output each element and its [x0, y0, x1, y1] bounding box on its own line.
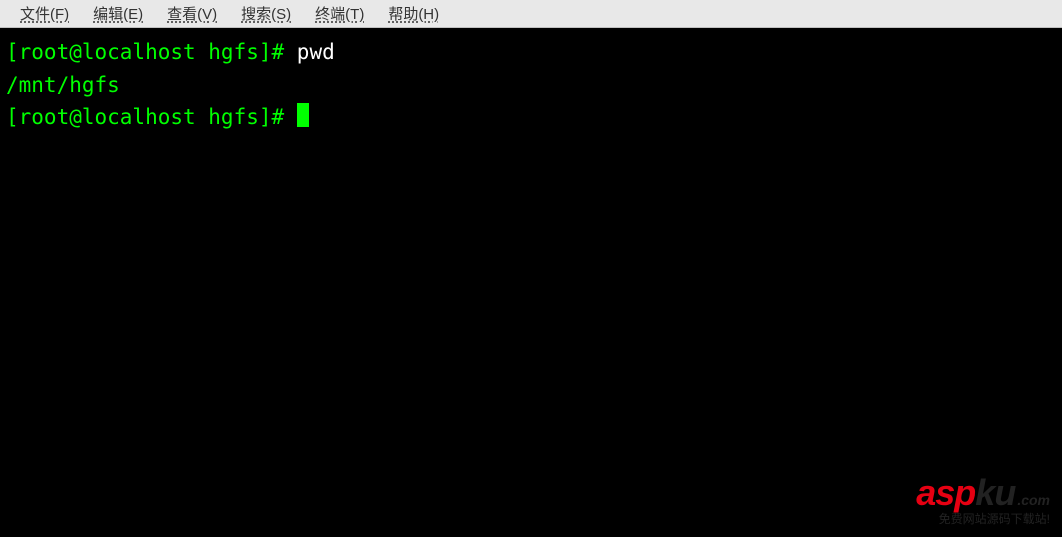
menu-terminal[interactable]: 终端(T): [303, 1, 376, 26]
menu-view[interactable]: 查看(V): [155, 1, 229, 26]
menubar: 文件(F) 编辑(E) 查看(V) 搜索(S) 终端(T) 帮助(H): [0, 0, 1062, 28]
menu-help[interactable]: 帮助(H): [376, 1, 451, 26]
watermark-com: .com: [1017, 492, 1050, 508]
menu-search[interactable]: 搜索(S): [229, 1, 303, 26]
command-text: pwd: [297, 40, 335, 64]
watermark-ku: ku: [975, 472, 1015, 513]
output-line: /mnt/hgfs: [6, 73, 120, 97]
cursor: [297, 103, 309, 127]
watermark-subtitle: 免费网站源码下载站!: [916, 513, 1050, 525]
watermark: aspku.com 免费网站源码下载站!: [916, 475, 1050, 525]
prompt: [root@localhost hgfs]#: [6, 40, 297, 64]
terminal-area[interactable]: [root@localhost hgfs]# pwd /mnt/hgfs [ro…: [0, 28, 1062, 537]
menu-edit[interactable]: 编辑(E): [81, 1, 155, 26]
prompt: [root@localhost hgfs]#: [6, 105, 297, 129]
menu-file[interactable]: 文件(F): [8, 1, 81, 26]
watermark-asp: asp: [916, 472, 975, 513]
